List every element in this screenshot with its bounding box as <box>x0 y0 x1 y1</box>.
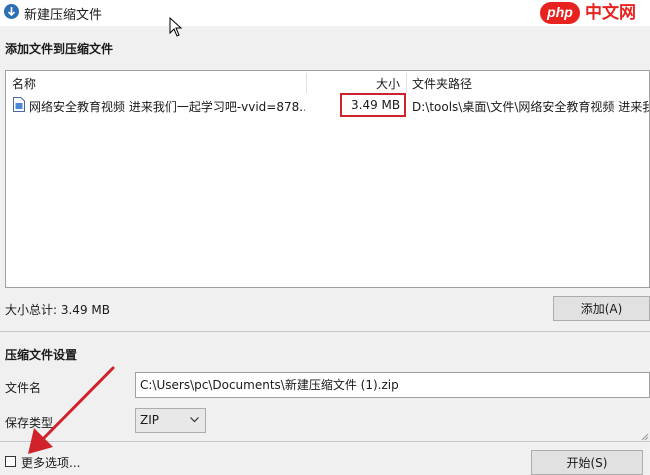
column-separator[interactable] <box>406 73 407 93</box>
app-logo-icon <box>4 4 19 19</box>
add-section-title: 添加文件到压缩文件 <box>5 42 114 56</box>
settings-section-title: 压缩文件设置 <box>5 348 78 362</box>
total-size-label: 大小总计: 3.49 MB <box>5 303 110 317</box>
video-file-icon <box>13 97 25 112</box>
more-options-checkbox[interactable] <box>5 456 16 467</box>
add-button[interactable]: 添加(A) <box>553 296 650 321</box>
start-button[interactable]: 开始(S) <box>531 450 643 475</box>
column-header-path[interactable]: 文件夹路径 <box>412 75 472 92</box>
column-header-name[interactable]: 名称 <box>12 75 36 92</box>
window-title: 新建压缩文件 <box>24 8 103 23</box>
annotation-arrow-icon <box>28 366 115 454</box>
divider <box>0 331 650 332</box>
save-type-select[interactable]: ZIP <box>135 408 206 433</box>
save-type-value: ZIP <box>140 413 159 427</box>
column-separator[interactable] <box>306 73 307 93</box>
resize-grip-icon[interactable] <box>641 430 649 441</box>
column-header-size[interactable]: 大小 <box>376 75 400 92</box>
watermark-brand: php <box>540 2 580 24</box>
filename-input[interactable]: C:\Users\pc\Documents\新建压缩文件 (1).zip <box>135 372 650 398</box>
file-path-cell: D:\tools\桌面\文件\网络安全教育视频 进来我 <box>412 100 649 114</box>
size-highlight-box <box>340 93 406 117</box>
watermark-text: 中文网 <box>585 3 636 23</box>
file-name-cell[interactable]: 网络安全教育视频 进来我们一起学习吧-vvid=878... <box>29 98 305 115</box>
file-list[interactable]: 名称 大小 文件夹路径 网络安全教育视频 进来我们一起学习吧-vvid=878.… <box>5 70 650 288</box>
watermark-logo: php 中文网 <box>540 2 648 24</box>
mouse-cursor-icon <box>169 17 183 37</box>
chevron-down-icon <box>190 417 199 423</box>
